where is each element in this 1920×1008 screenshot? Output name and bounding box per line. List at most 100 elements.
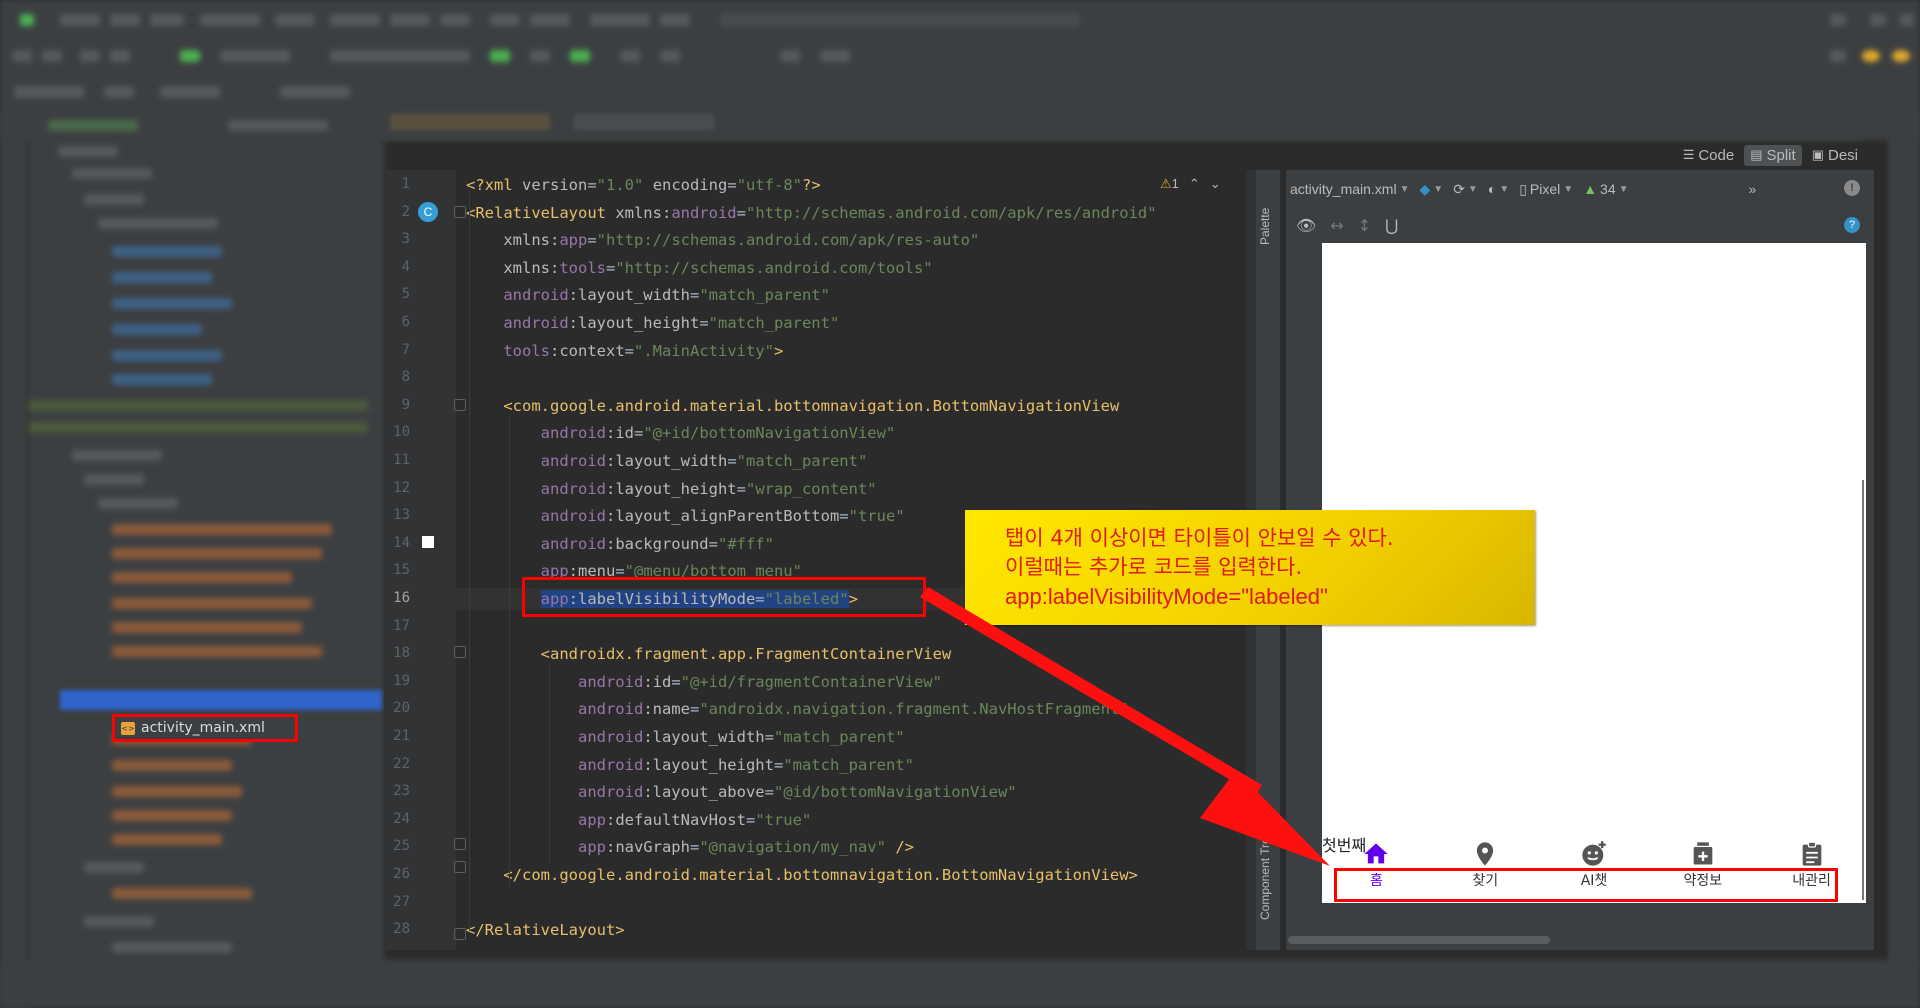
code-view-button[interactable]: ☰ Code <box>1677 145 1741 166</box>
design-surface-button[interactable]: ◆ ▼ <box>1420 181 1444 198</box>
line-number: 12 <box>393 479 410 496</box>
fold-icon[interactable] <box>454 861 466 873</box>
chevron-down-icon[interactable]: ⌄ <box>1210 176 1221 192</box>
code-view-icon: ☰ <box>1682 147 1695 162</box>
code-line[interactable]: <?xml version="1.0" encoding="utf-8"?> <box>466 174 821 196</box>
code-line[interactable]: </com.google.android.material.bottomnavi… <box>466 864 1138 886</box>
code-line[interactable]: android:layout_alignParentBottom="true" <box>466 505 905 527</box>
chevron-up-icon[interactable]: ⌃ <box>1189 176 1200 192</box>
inspection-widget[interactable]: ⚠1 ⌃ ⌄ <box>1160 176 1221 192</box>
code-line[interactable]: app:defaultNavHost="true" <box>466 809 811 831</box>
split-view-label: Split <box>1766 146 1796 164</box>
orientation-button[interactable]: ⟳ ▼ <box>1453 181 1478 198</box>
code-line[interactable]: <RelativeLayout xmlns:android="http://sc… <box>466 202 1157 224</box>
fold-icon[interactable] <box>454 838 466 850</box>
horizontal-resize-icon[interactable]: ↔ <box>1330 216 1343 235</box>
chevron-down-icon: ▼ <box>1399 183 1410 195</box>
code-line[interactable]: xmlns:tools="http://schemas.android.com/… <box>466 257 932 279</box>
palette-tab[interactable]: Palette <box>1258 208 1272 245</box>
design-view-button[interactable]: ▣ Desi <box>1806 145 1864 166</box>
clipboard-icon <box>1802 841 1821 866</box>
magnet-icon[interactable]: ⋃ <box>1385 216 1398 235</box>
left-tool-strip <box>0 110 28 1008</box>
status-bar <box>0 960 1920 1008</box>
callout-line-3: app:labelVisibilityMode="labeled" <box>1005 584 1328 609</box>
design-horizontal-scrollbar[interactable] <box>1288 936 1550 944</box>
line-number: 1 <box>401 176 410 192</box>
vertical-resize-icon[interactable]: ↕ <box>1358 216 1371 235</box>
line-number: 28 <box>393 921 410 938</box>
warning-count: 1 <box>1171 176 1179 191</box>
medicine-box-icon <box>1693 842 1713 865</box>
line-number: 27 <box>393 893 410 910</box>
line-number: 4 <box>401 258 410 275</box>
fold-icon[interactable] <box>454 399 466 411</box>
chevron-down-icon: ▼ <box>1499 183 1510 195</box>
chevron-down-icon: ▼ <box>1433 183 1444 195</box>
code-line[interactable]: android:id="@+id/bottomNavigationView" <box>466 422 896 444</box>
code-line[interactable]: app:navGraph="@navigation/my_nav" /> <box>466 836 914 858</box>
line-number: 24 <box>393 810 410 827</box>
view-mode-toggle: ☰ Code ▤ Split ▣ Desi <box>1677 140 1864 170</box>
code-line[interactable]: android:layout_width="match_parent" <box>466 726 905 748</box>
project-panel <box>28 110 384 980</box>
line-number: 10 <box>393 424 410 441</box>
code-line[interactable]: tools:context=".MainActivity"> <box>466 340 783 362</box>
night-mode-icon: ◐ <box>1487 181 1497 197</box>
code-highlight-box <box>522 577 926 617</box>
code-line[interactable]: android:layout_height="match_parent" <box>466 312 839 334</box>
warning-icon: ⚠ <box>1160 176 1172 191</box>
device-label: Pixel <box>1529 181 1561 197</box>
eye-icon[interactable]: 👁 <box>1296 216 1316 235</box>
line-number: 23 <box>393 783 410 800</box>
component-tree-tab[interactable]: Component Tree <box>1258 831 1272 920</box>
code-line[interactable]: android:layout_height="wrap_content" <box>466 478 877 500</box>
design-view-label: Desi <box>1827 146 1858 164</box>
double-chevron-right-icon: » <box>1748 181 1757 197</box>
code-line[interactable]: android:layout_width="match_parent" <box>466 284 830 306</box>
split-view-icon: ▤ <box>1750 147 1763 162</box>
code-line[interactable]: <androidx.fragment.app.FragmentContainer… <box>466 643 952 665</box>
device-dropdown[interactable]: ▯ Pixel ▼ <box>1519 181 1573 198</box>
android-icon: ▲ <box>1583 181 1598 197</box>
code-line[interactable]: </RelativeLayout> <box>466 919 625 941</box>
code-line[interactable]: <com.google.android.material.bottomnavig… <box>466 395 1119 417</box>
split-view-button[interactable]: ▤ Split <box>1744 144 1802 166</box>
xml-file-icon: <> <box>121 721 135 735</box>
code-line[interactable]: android:layout_height="match_parent" <box>466 754 914 776</box>
info-icon[interactable]: ! <box>1844 180 1860 196</box>
indent-guide <box>469 190 470 930</box>
line-number: 22 <box>393 755 410 772</box>
fold-icon[interactable] <box>454 206 466 218</box>
night-mode-button[interactable]: ◐ ▼ <box>1488 181 1509 197</box>
code-line[interactable]: android:id="@+id/fragmentContainerView" <box>466 671 942 693</box>
line-number: 26 <box>393 866 410 882</box>
project-file-activity-main[interactable]: <> activity_main.xml <box>112 714 298 742</box>
line-number: 20 <box>393 700 410 717</box>
code-line[interactable]: xmlns:app="http://schemas.android.com/ap… <box>466 229 979 251</box>
fold-icon[interactable] <box>454 646 466 658</box>
more-actions-button[interactable]: » <box>1749 181 1757 197</box>
line-number: 21 <box>393 728 410 744</box>
design-view-icon: ▣ <box>1811 147 1824 162</box>
line-number: 3 <box>401 231 410 248</box>
class-badge-icon[interactable]: C <box>418 202 438 222</box>
annotation-callout: 탭이 4개 이상이면 타이틀이 안보일 수 있다. 이럴때는 추가로 코드를 입… <box>965 510 1535 625</box>
design-toolbar: activity_main.xml ▼ ◆ ▼ ⟳ ▼ ◐ ▼ ▯ Pixel ▼ ▲ 34 ▼… <box>1286 172 1874 206</box>
fold-icon[interactable] <box>454 928 466 940</box>
code-line[interactable]: android:layout_width="match_parent" <box>466 450 868 472</box>
layout-file-dropdown[interactable]: activity_main.xml ▼ <box>1290 181 1410 197</box>
code-line[interactable]: android:background="#fff" <box>466 533 774 555</box>
code-view-label: Code <box>1698 146 1735 164</box>
callout-line-1: 탭이 4개 이상이면 타이틀이 안보일 수 있다. <box>1005 526 1394 550</box>
api-level-dropdown[interactable]: ▲ 34 ▼ <box>1583 181 1628 197</box>
help-icon[interactable]: ? <box>1844 217 1860 233</box>
code-line[interactable]: android:name="androidx.navigation.fragme… <box>466 698 1129 720</box>
phone-icon: ▯ <box>1519 180 1527 197</box>
line-number: 7 <box>401 341 410 358</box>
callout-line-2: 이럴때는 추가로 코드를 입력한다. <box>1005 555 1303 579</box>
design-secondary-toolbar: 👁 ↔ ↕ ⋃ <box>1286 212 1884 238</box>
line-number: 13 <box>393 507 410 524</box>
line-number-gutter: 1 2 3 4 5 6 7 8 9 10 11 12 13 14 15 16 17 18 19 20 21 22 23 24 2… <box>384 170 456 950</box>
line-number: 14 <box>393 534 410 551</box>
